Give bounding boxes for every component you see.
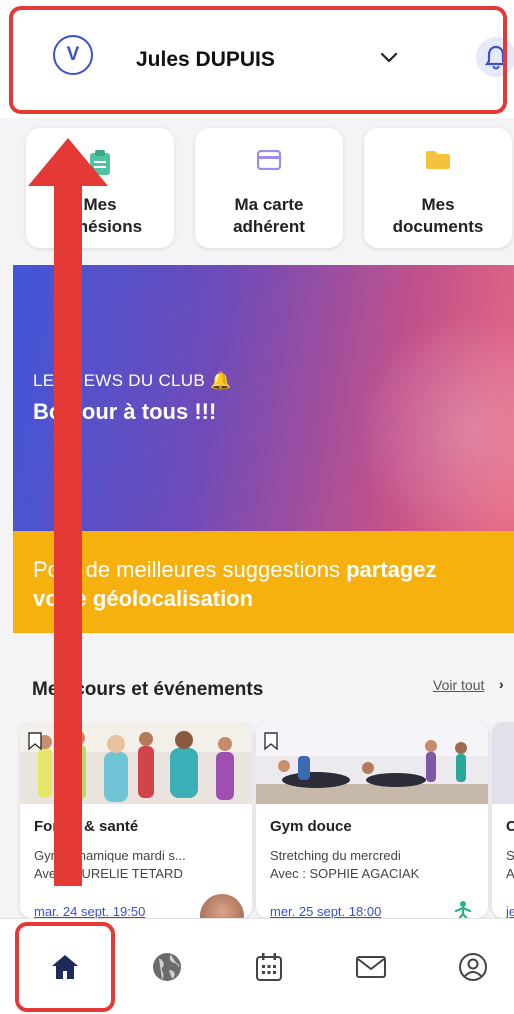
shortcut-documents[interactable]: Mes documents — [364, 128, 512, 248]
globe-icon — [153, 952, 181, 981]
shortcut-label: Mes documents — [392, 195, 484, 236]
course-image — [492, 722, 514, 804]
course-category: Gym douce — [270, 818, 352, 835]
course-date: je — [506, 904, 514, 918]
course-name: S — [506, 848, 514, 863]
see-all-arrow-icon[interactable]: › — [499, 676, 504, 692]
course-card[interactable]: C S A je — [492, 722, 514, 918]
calendar-icon — [256, 952, 282, 981]
shortcut-label: Ma carte adhérent — [233, 195, 305, 236]
course-instructor: A — [506, 866, 514, 881]
home-highlight-box — [15, 922, 115, 1012]
activity-figure-icon — [454, 901, 472, 918]
geo-text-bold: partagez — [346, 557, 437, 582]
scroll-up-arrow-icon — [28, 138, 108, 886]
course-instructor: Avec : SOPHIE AGACIAK — [270, 866, 420, 881]
folder-icon — [426, 151, 450, 169]
nav-profile[interactable] — [422, 919, 514, 1014]
user-icon — [459, 952, 487, 981]
mail-icon — [356, 955, 386, 978]
see-all-link[interactable]: Voir tout — [433, 677, 484, 693]
course-date: mer. 25 sept. 18:00 — [270, 904, 382, 918]
course-name: Stretching du mercredi — [270, 848, 401, 863]
card-icon — [257, 150, 281, 170]
header-highlight-box — [9, 6, 507, 114]
bookmark-icon[interactable] — [264, 732, 278, 750]
nav-messages[interactable] — [320, 919, 422, 1014]
nav-calendar[interactable] — [218, 919, 320, 1014]
course-date: mar. 24 sept. 19:50 — [34, 904, 146, 918]
shortcut-member-card[interactable]: Ma carte adhérent — [195, 128, 343, 248]
nav-explore[interactable] — [116, 919, 218, 1014]
decorative-glow — [354, 315, 514, 531]
instructor-avatar — [200, 894, 244, 918]
course-card[interactable]: Gym douce Stretching du mercredi Avec : … — [256, 722, 488, 918]
course-image — [256, 722, 488, 804]
course-category: C — [506, 818, 514, 835]
